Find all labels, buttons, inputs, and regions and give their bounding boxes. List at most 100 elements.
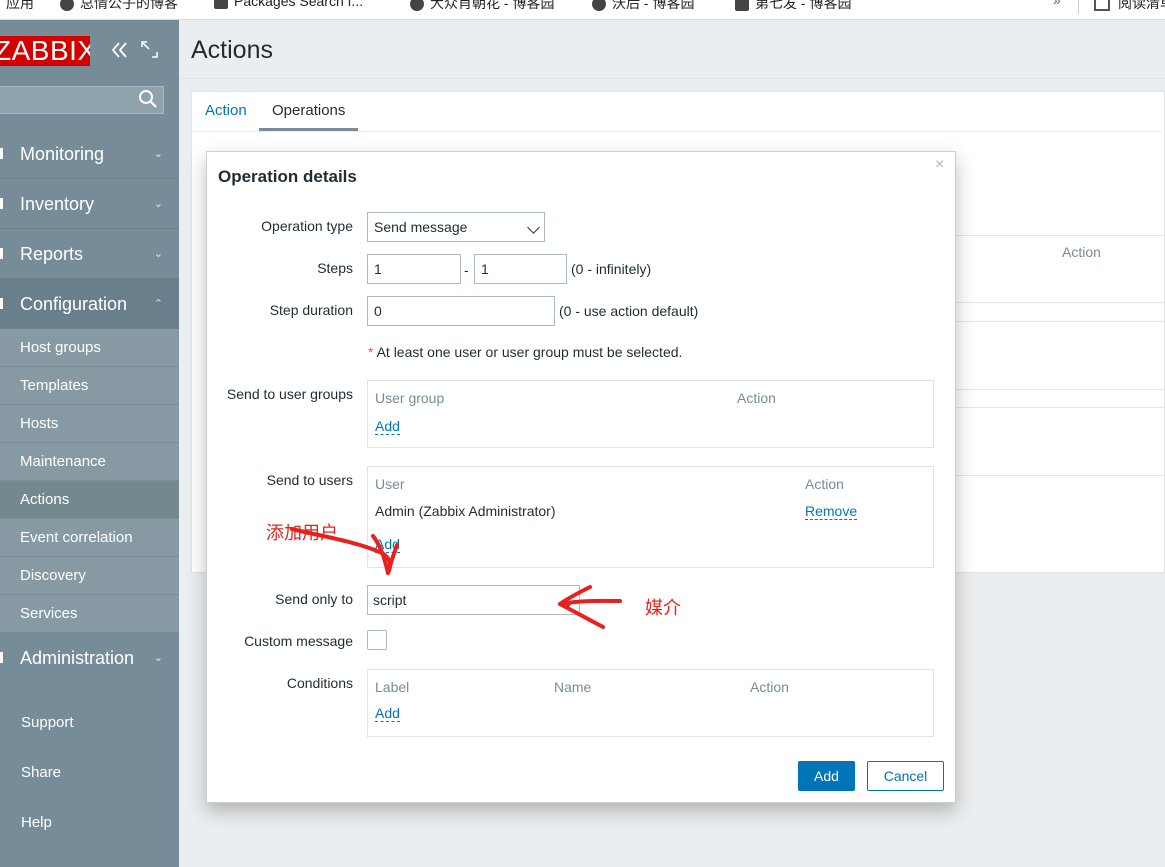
add-user-group-link[interactable]: Add (375, 419, 400, 435)
annotation-add-user: 添加用户 (266, 523, 338, 544)
step-duration-label: Step duration (269, 302, 353, 318)
operation-type-select[interactable]: Send message (367, 212, 545, 242)
site-icon (214, 0, 228, 10)
bookmarks-divider (1078, 0, 1079, 14)
add-condition-link[interactable]: Add (375, 706, 400, 722)
column-header: Action (805, 476, 844, 492)
share-link[interactable]: Share (21, 764, 61, 781)
page-title: Actions (191, 36, 273, 64)
bookmark-item[interactable]: 第七发 - 博客园 (735, 0, 851, 13)
column-header: Name (554, 679, 592, 695)
cancel-button[interactable]: Cancel (867, 761, 944, 791)
divider (956, 235, 1165, 236)
steps-label: Steps (317, 260, 353, 276)
menu-administration[interactable]: Administration ⌄ (0, 633, 179, 683)
steps-from-input[interactable]: 1 (367, 254, 461, 284)
menu-monitoring[interactable]: Monitoring ⌄ (0, 129, 179, 179)
reports-icon (0, 248, 3, 259)
steps-dash: - (464, 262, 469, 278)
site-icon (735, 0, 749, 12)
collapse-sidebar-icon[interactable] (110, 40, 130, 60)
support-link[interactable]: Support (21, 714, 74, 731)
bookmark-item[interactable]: 总情公子的博客 (60, 0, 178, 13)
operation-type-label: Operation type (261, 218, 353, 234)
close-icon[interactable]: × (935, 156, 944, 174)
inventory-icon (0, 198, 3, 209)
monitoring-icon (0, 148, 3, 159)
steps-to-input[interactable]: 1 (474, 254, 567, 284)
user-groups-label: Send to user groups (226, 386, 353, 402)
reading-list-icon (1094, 0, 1110, 12)
sidebar-item-hosts[interactable]: Hosts (0, 405, 179, 443)
column-header: Action (737, 390, 776, 406)
required-note: * At least one user or user group must b… (368, 344, 683, 360)
bookmark-apps[interactable]: 应用 (6, 0, 34, 13)
menu-configuration[interactable]: Configuration ⌃ (0, 279, 179, 329)
operation-details-dialog: Operation details × Operation type Send … (206, 151, 956, 803)
custom-message-checkbox[interactable] (367, 630, 387, 650)
step-duration-hint: (0 - use action default) (559, 303, 699, 319)
send-only-to-label: Send only to (275, 591, 353, 607)
chevron-down-icon: ⌄ (153, 248, 163, 260)
tab-operations[interactable]: Operations (272, 102, 345, 119)
send-only-to-select[interactable]: script (367, 585, 580, 615)
remove-user-link[interactable]: Remove (805, 504, 858, 520)
column-header: Label (375, 679, 410, 695)
divider (956, 321, 1165, 322)
column-header: User (375, 476, 405, 492)
dialog-title: Operation details (218, 167, 357, 186)
search-icon[interactable] (138, 89, 158, 109)
sidebar-item-templates[interactable]: Templates (0, 367, 179, 405)
divider (956, 302, 1165, 303)
chevron-down-icon (562, 594, 575, 607)
step-duration-input[interactable]: 0 (367, 296, 555, 326)
sidebar-item-services[interactable]: Services (0, 595, 179, 633)
column-header: User group (375, 390, 445, 406)
bookmark-item[interactable]: 大众肖朝花 - 博客园 (410, 0, 554, 13)
chevron-down-icon: ⌄ (153, 198, 163, 210)
header-divider (179, 78, 1165, 79)
user-groups-table: User group Action Add (367, 380, 934, 448)
conditions-label: Conditions (286, 675, 353, 691)
tabs-bar: Action Operations (192, 92, 1165, 132)
chevron-down-icon (527, 221, 540, 234)
bookmarks-more-button[interactable]: » (1053, 0, 1061, 8)
table-row-user: Admin (Zabbix Administrator) (375, 503, 556, 519)
users-table: User Action Admin (Zabbix Administrator)… (367, 466, 934, 568)
tab-action[interactable]: Action (205, 102, 247, 119)
sidebar-item-actions[interactable]: Actions (0, 481, 179, 519)
operations-action-header: Action (1062, 244, 1101, 260)
conditions-table: Label Name Action Add (367, 669, 934, 737)
administration-icon (0, 652, 3, 663)
zabbix-logo[interactable]: ZABBIX (0, 36, 90, 66)
add-button[interactable]: Add (798, 761, 855, 791)
bookmark-item[interactable]: 沃后 - 博客园 (592, 0, 694, 13)
menu-reports[interactable]: Reports ⌄ (0, 229, 179, 279)
divider (956, 407, 1165, 408)
menu-inventory[interactable]: Inventory ⌄ (0, 179, 179, 229)
sidebar-item-event-correlation[interactable]: Event correlation (0, 519, 179, 557)
bookmark-item[interactable]: Packages Search f... (214, 0, 363, 10)
help-link[interactable]: Help (21, 814, 52, 831)
sidebar-item-host-groups[interactable]: Host groups (0, 329, 179, 367)
add-user-link[interactable]: Add (375, 537, 400, 553)
annotation-media: 媒介 (645, 598, 681, 619)
sidebar-item-discovery[interactable]: Discovery (0, 557, 179, 595)
divider (956, 389, 1165, 390)
site-icon (60, 0, 74, 12)
reading-list-button[interactable]: 阅读清单 (1094, 0, 1165, 13)
sidebar: ZABBIX Monitoring ⌄ Inventory ⌄ Reports ⌄ C… (0, 20, 179, 867)
required-star: * (368, 344, 374, 360)
column-header: Action (750, 679, 789, 695)
users-label: Send to users (266, 472, 353, 488)
site-icon (592, 0, 606, 12)
chevron-down-icon: ⌄ (153, 652, 163, 664)
sidebar-item-maintenance[interactable]: Maintenance (0, 443, 179, 481)
custom-message-label: Custom message (244, 633, 353, 649)
bookmarks-bar: 应用 总情公子的博客 Packages Search f... 大众肖朝花 - … (0, 0, 1165, 20)
kiosk-mode-icon[interactable] (141, 41, 158, 58)
active-tab-indicator (259, 128, 358, 131)
site-icon (410, 0, 424, 12)
chevron-up-icon: ⌃ (153, 298, 163, 310)
chevron-down-icon: ⌄ (153, 148, 163, 160)
